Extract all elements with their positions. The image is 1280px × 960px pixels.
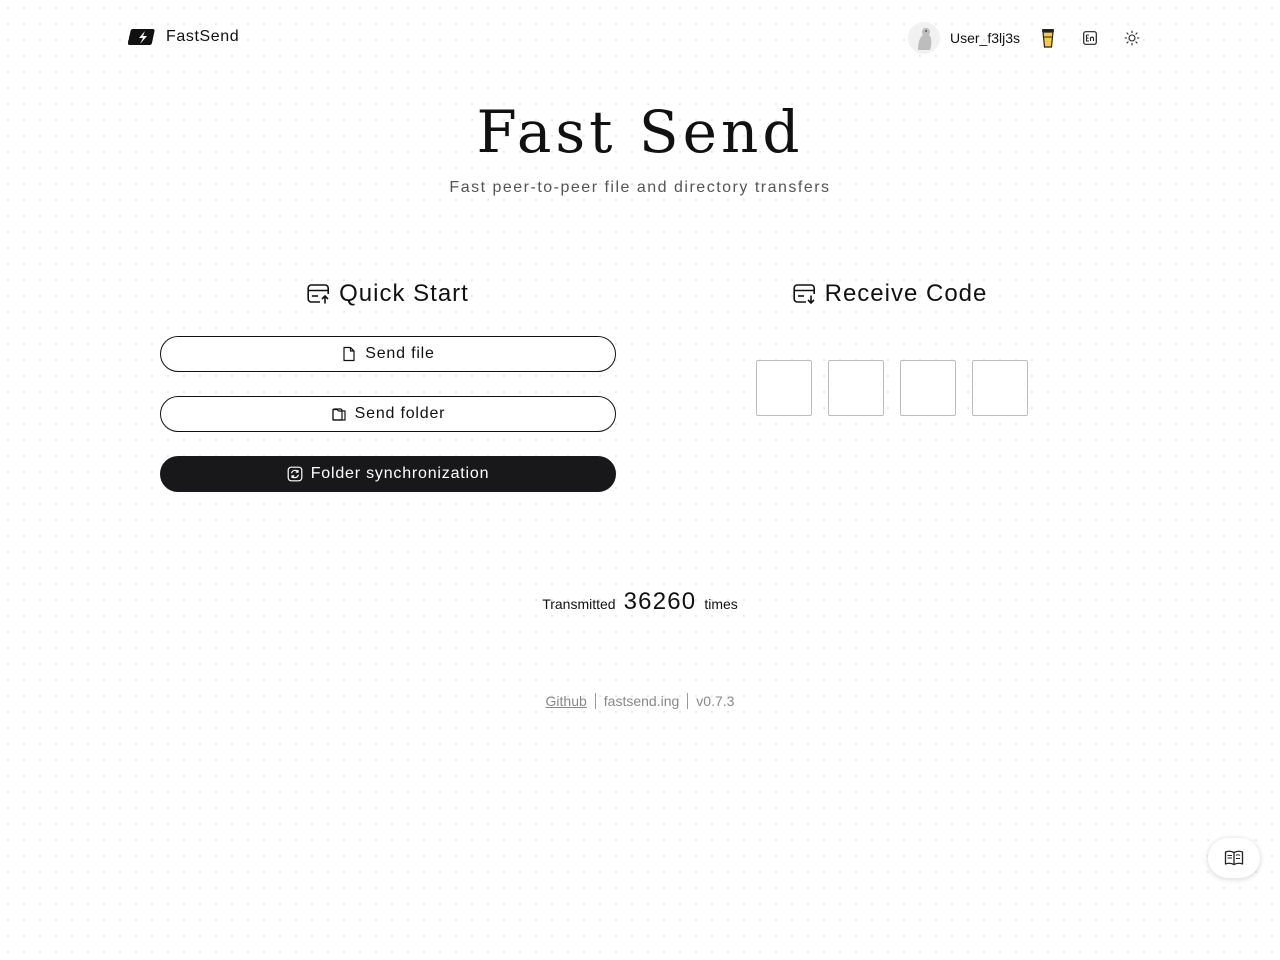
send-file-label: Send file (365, 345, 435, 362)
stats-count: 36260 (623, 588, 697, 615)
avatar (907, 22, 940, 54)
send-file-button[interactable]: Send file (160, 336, 616, 372)
book-icon (1224, 850, 1244, 866)
user-name: User_f3lj3s (949, 30, 1020, 46)
quick-start-heading: Quick Start (160, 280, 616, 308)
docs-button[interactable] (1208, 838, 1260, 878)
send-folder-label: Send folder (354, 405, 446, 422)
quick-start-title: Quick Start (339, 280, 469, 307)
stats-suffix: times (704, 596, 738, 612)
folder-sync-button[interactable]: Folder synchronization (160, 456, 616, 492)
folder-sync-label: Folder synchronization (310, 465, 490, 482)
brand-name: FastSend (166, 28, 240, 45)
receive-code-inputs (756, 360, 1028, 416)
sync-icon (287, 466, 303, 482)
folder-icon (332, 408, 346, 421)
receive-code-heading: Receive Code (680, 280, 1100, 308)
code-digit-4[interactable] (972, 360, 1028, 416)
github-link[interactable]: Github (546, 693, 587, 709)
footer-domain: fastsend.ing (603, 693, 680, 709)
footer-divider (687, 693, 689, 709)
page: FastSend User_f3lj3s Fast Send Fast peer… (0, 0, 1280, 960)
receive-code-title: Receive Code (824, 280, 988, 307)
receive-box-icon (793, 284, 817, 305)
logo-icon (128, 29, 155, 45)
language-en-icon (1083, 31, 1097, 45)
file-icon (343, 346, 355, 362)
footer: Github fastsend.ing v0.7.3 (0, 693, 1280, 709)
page-subtitle: Fast peer-to-peer file and directory tra… (449, 179, 831, 196)
coffee-cup-icon (1042, 29, 1054, 48)
code-digit-3[interactable] (900, 360, 956, 416)
code-digit-1[interactable] (756, 360, 812, 416)
theme-toggle-button[interactable] (1118, 24, 1146, 52)
send-box-icon (307, 284, 332, 305)
user-profile[interactable]: User_f3lj3s (907, 22, 1020, 54)
brand-link[interactable]: FastSend (128, 24, 239, 50)
stats-prefix: Transmitted (542, 596, 616, 612)
header-actions: User_f3lj3s (907, 22, 1146, 54)
code-digit-2[interactable] (828, 360, 884, 416)
language-button[interactable] (1076, 24, 1104, 52)
send-folder-button[interactable]: Send folder (160, 396, 616, 432)
transfer-stats: Transmitted 36260 times (0, 588, 1280, 616)
footer-divider (594, 693, 596, 709)
page-title: Fast Send (476, 98, 804, 166)
coffee-button[interactable] (1034, 24, 1062, 52)
footer-version: v0.7.3 (696, 693, 735, 709)
theme-sun-icon (1124, 30, 1140, 46)
